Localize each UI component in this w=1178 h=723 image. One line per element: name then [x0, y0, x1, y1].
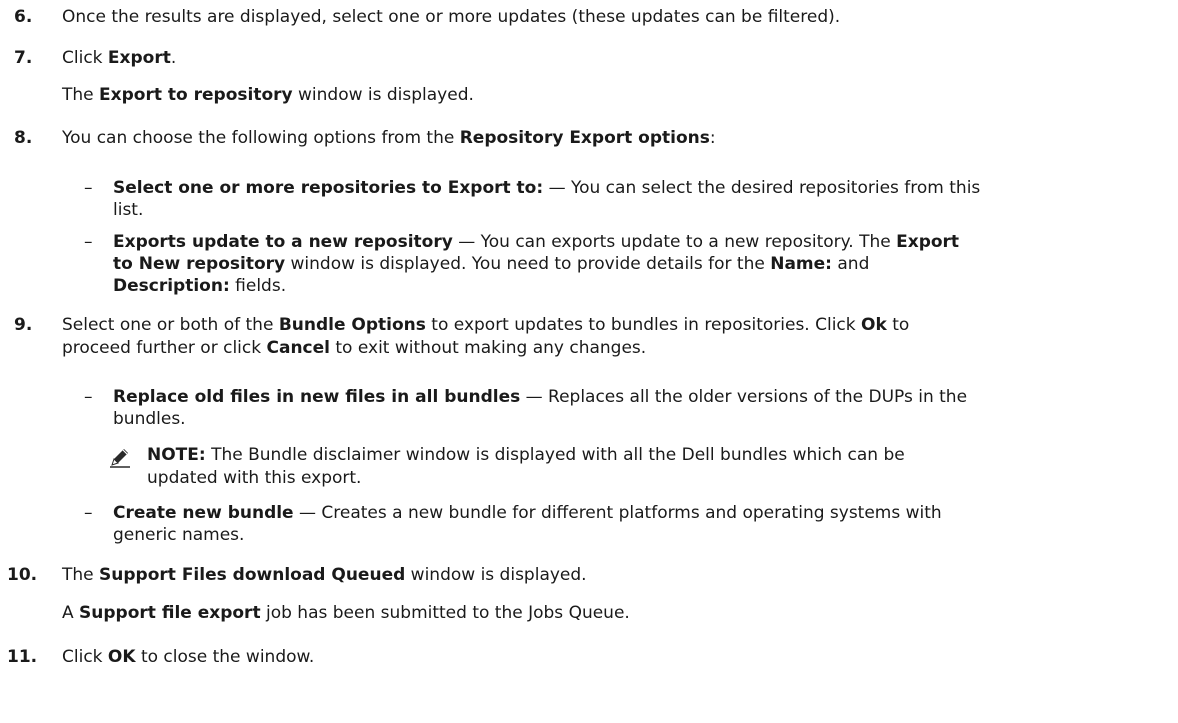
step-number: 8.: [14, 128, 33, 148]
step-number: 6.: [14, 7, 33, 27]
bullet-text: Create new bundle — Creates a new bundle…: [113, 503, 942, 523]
step-text: Click Export.: [62, 48, 177, 68]
step-text: Once the results are displayed, select o…: [62, 7, 841, 27]
bullet-dash: –: [84, 232, 93, 252]
step-text: You can choose the following options fro…: [62, 128, 716, 148]
bullet-text: Exports update to a new repository — You…: [113, 232, 960, 252]
step-number: 10.: [7, 565, 38, 585]
export-label: Export: [107, 48, 171, 68]
step-number: 9.: [14, 315, 33, 335]
pencil-note-icon: [109, 446, 131, 468]
step-number: 7.: [14, 48, 33, 68]
step-text: The Export to repository window is displ…: [62, 85, 474, 105]
options-name: Repository Export options: [459, 128, 710, 148]
step-text: Select one or both of the Bundle Options…: [62, 315, 910, 335]
step-text: Click OK to close the window.: [62, 647, 315, 667]
bullet-dash: –: [84, 503, 93, 523]
note-text: NOTE: The Bundle disclaimer window is di…: [147, 445, 905, 465]
bullet-dash: –: [84, 387, 93, 407]
window-name: Export to repository: [99, 85, 293, 105]
bullet-text: Select one or more repositories to Expor…: [113, 178, 981, 198]
bullet-text: Replace old files in new files in all bu…: [113, 387, 968, 407]
document-page: 6. Once the results are displayed, selec…: [7, 7, 981, 667]
step-text: The Support Files download Queued window…: [62, 565, 587, 585]
bullet-dash: –: [84, 178, 93, 198]
step-number: 11.: [7, 647, 38, 667]
